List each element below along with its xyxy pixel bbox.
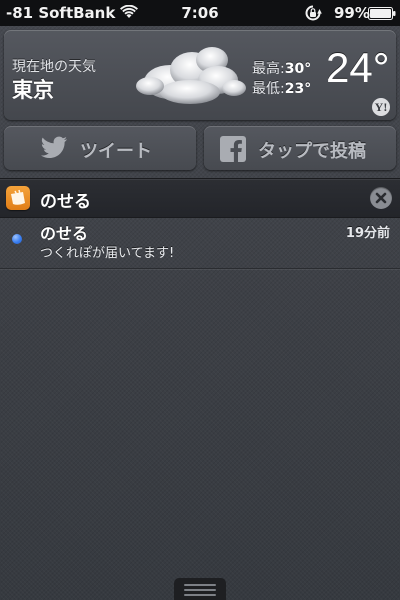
notification-app-header[interactable]: のせる <box>0 178 400 218</box>
clear-notifications-button[interactable] <box>370 187 392 209</box>
rotation-lock-icon <box>304 5 322 25</box>
weather-widget[interactable]: 現在地の天気 東京 最高:30° 最低:23° 24° Y! <box>4 30 396 120</box>
yahoo-badge[interactable]: Y! <box>372 98 390 116</box>
weather-low-row: 最低:23° <box>252 78 311 98</box>
status-bar: -81 SoftBank 7:06 99% <box>0 0 400 26</box>
unread-indicator <box>12 234 22 244</box>
battery-icon <box>368 6 396 24</box>
noseru-app-icon <box>6 186 30 210</box>
facebook-post-button[interactable]: タップで投稿 <box>204 126 396 170</box>
notification-title: のせる <box>40 224 89 243</box>
grabber-line <box>184 594 216 596</box>
close-grabber-handle[interactable] <box>174 578 226 600</box>
cloud-icon <box>130 38 254 120</box>
tweet-button[interactable]: ツイート <box>4 126 196 170</box>
close-icon <box>375 192 387 204</box>
weather-temperature: 24° <box>326 44 390 91</box>
weather-high-value: 30° <box>284 61 312 77</box>
notification-item[interactable]: のせる 19分前 つくれぽが届いてます! <box>0 217 400 267</box>
weather-location-label: 現在地の天気 <box>12 59 96 75</box>
grabber-line <box>184 589 216 591</box>
facebook-icon <box>220 136 246 167</box>
weather-low-label: 最低: <box>252 81 285 97</box>
weather-city: 東京 <box>12 78 54 102</box>
battery-percent: 99% <box>334 4 370 22</box>
twitter-bird-icon <box>40 136 68 165</box>
notification-body: つくれぽが届いてます! <box>40 246 175 261</box>
weather-high-row: 最高:30° <box>252 58 311 78</box>
weather-high-label: 最高: <box>252 61 285 77</box>
facebook-post-label: タップで投稿 <box>258 141 366 162</box>
notification-app-name: のせる <box>40 192 91 212</box>
tweet-label: ツイート <box>80 141 152 162</box>
weather-low-value: 23° <box>284 81 312 97</box>
notification-divider <box>0 268 400 269</box>
grabber-line <box>184 584 216 586</box>
notification-time: 19分前 <box>345 226 390 241</box>
